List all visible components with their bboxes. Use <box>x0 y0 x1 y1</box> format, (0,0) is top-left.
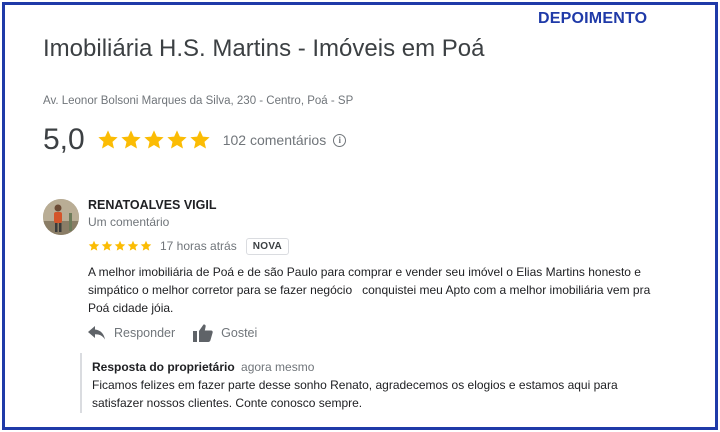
star-icon <box>190 130 210 149</box>
review-count-link[interactable]: 102 comentários <box>223 132 327 148</box>
reply-arrow-icon <box>88 326 105 340</box>
review-stars <box>88 240 152 252</box>
star-icon <box>127 240 139 251</box>
new-badge: NOVA <box>245 237 290 255</box>
info-icon[interactable]: i <box>333 133 347 147</box>
rating-value: 5,0 <box>43 123 85 156</box>
star-icon <box>144 130 164 149</box>
reviewer-name[interactable]: RENATOALVES VIGIL <box>88 198 217 212</box>
owner-reply-header: Resposta do proprietário agora mesmo <box>92 358 670 376</box>
business-name: Imobiliária H.S. Martins - Imóveis em Po… <box>43 35 485 62</box>
reply-button[interactable]: Responder <box>88 326 175 340</box>
owner-reply: Resposta do proprietário agora mesmo Fic… <box>80 353 670 413</box>
star-icon <box>88 240 100 251</box>
owner-reply-label: Resposta do proprietário <box>92 360 235 374</box>
star-icon <box>167 130 187 149</box>
owner-reply-time: agora mesmo <box>241 360 315 374</box>
review-time: 17 horas atrás <box>160 239 237 253</box>
owner-reply-text: Ficamos felizes em fazer parte desse son… <box>92 378 618 410</box>
reviewer-review-count: Um comentário <box>88 215 170 229</box>
thumbs-up-icon <box>193 324 213 342</box>
business-address: Av. Leonor Bolsoni Marques da Silva, 230… <box>43 95 354 107</box>
star-icon <box>101 240 113 251</box>
like-button[interactable]: Gostei <box>193 324 257 342</box>
star-icon <box>140 240 152 251</box>
review-actions: Responder Gostei <box>88 324 257 342</box>
review-meta: 17 horas atrás NOVA <box>88 236 290 256</box>
reply-label: Responder <box>114 326 176 340</box>
rating-summary: 5,0 102 comentários i <box>43 122 347 158</box>
rating-stars <box>97 129 211 151</box>
star-icon <box>98 130 118 149</box>
star-icon <box>121 130 141 149</box>
like-label: Gostei <box>221 326 258 340</box>
star-icon <box>114 240 126 251</box>
avatar[interactable] <box>43 199 79 235</box>
review-text: A melhor imobiliária de Poá e de são Pau… <box>88 265 654 315</box>
depoimento-tag: DEPOIMENTO <box>538 10 648 27</box>
